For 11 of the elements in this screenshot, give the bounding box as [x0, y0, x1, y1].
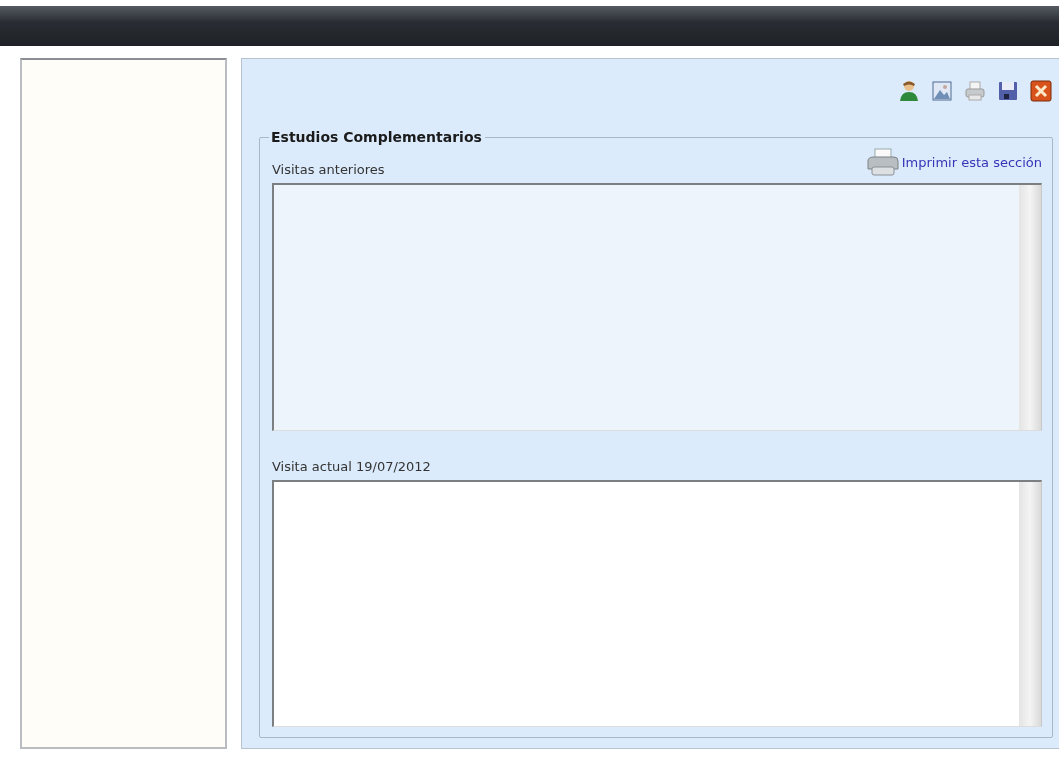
close-icon	[1030, 80, 1052, 102]
save-icon	[998, 81, 1018, 101]
print-section-link[interactable]: Imprimir esta sección	[865, 147, 1042, 177]
field-label: Visitas anteriores	[272, 162, 385, 177]
toolbar-button[interactable]	[996, 79, 1020, 103]
field-label: Visita actual 19/07/2012	[272, 458, 432, 474]
printer-icon	[865, 147, 900, 177]
person-icon	[899, 80, 919, 102]
section-title: Estudios Complementarios	[270, 129, 483, 145]
printer-icon	[965, 81, 985, 101]
picture-icon	[932, 81, 952, 101]
